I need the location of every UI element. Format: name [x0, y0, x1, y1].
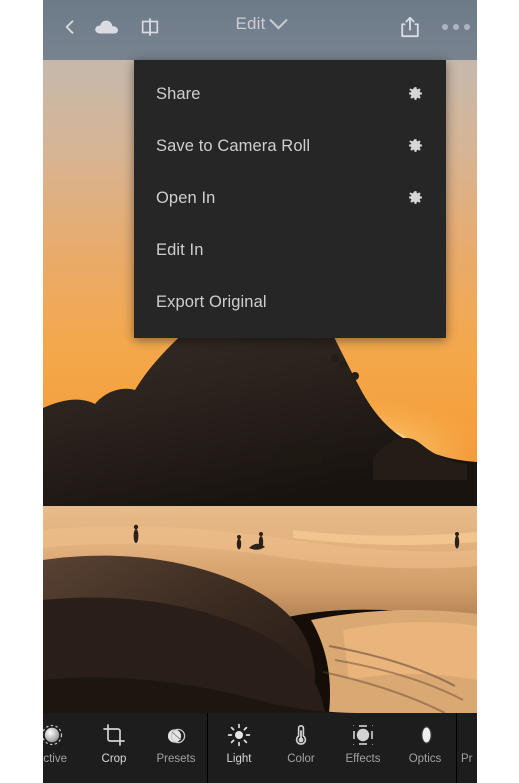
toolbar-item-optics[interactable]: Optics [394, 713, 456, 783]
toolbar-item-label: Effects [345, 753, 381, 765]
toolbar-item-presets[interactable]: Presets [145, 713, 207, 783]
sun-icon [226, 722, 252, 748]
toolbar-item-label: Light [226, 753, 252, 765]
page-title-text: Edit [235, 14, 266, 33]
toolbar-item-profiles[interactable]: Pr [457, 713, 477, 783]
optics-lens-icon [412, 722, 438, 748]
toolbar-item-selective[interactable]: ective [43, 713, 83, 783]
toolbar-item-label: Crop [101, 753, 127, 765]
effects-icon [350, 722, 376, 748]
crop-icon [101, 722, 127, 748]
menu-item-open-in[interactable]: Open In [134, 172, 446, 224]
toolbar-item-label: Color [287, 753, 315, 765]
menu-item-label: Save to Camera Roll [156, 136, 311, 155]
toolbar-group-edit: Light Color Effects Optics [208, 713, 456, 783]
menu-item-edit-in[interactable]: Edit In [134, 224, 446, 276]
toolbar-item-label: Pr [461, 753, 473, 765]
menu-item-label: Share [156, 84, 201, 103]
top-header-bar: Edit [43, 0, 477, 60]
thermometer-icon [288, 722, 314, 748]
toolbar-item-label: ective [43, 753, 68, 765]
selective-mask-icon [43, 722, 65, 748]
more-options-icon[interactable] [439, 12, 473, 42]
edit-dropdown-menu[interactable]: Share Save to Camera Roll Open In Edit I… [134, 60, 446, 338]
presets-icon [163, 722, 189, 748]
gear-icon[interactable] [406, 85, 424, 103]
menu-item-share[interactable]: Share [134, 68, 446, 120]
toolbar-item-color[interactable]: Color [270, 713, 332, 783]
toolbar-item-crop[interactable]: Crop [83, 713, 145, 783]
toolbar-group-tools: ective Crop [43, 713, 207, 783]
toolbar-group-profiles: Pr [457, 713, 477, 783]
page-gutter-left [0, 0, 43, 783]
menu-item-save-to-camera-roll[interactable]: Save to Camera Roll [134, 120, 446, 172]
page-gutter-right [477, 0, 519, 783]
share-export-icon[interactable] [395, 12, 425, 42]
menu-item-label: Edit In [156, 240, 204, 259]
three-dots-glyph [442, 24, 470, 30]
toolbar-item-light[interactable]: Light [208, 713, 270, 783]
gear-icon[interactable] [406, 189, 424, 207]
toolbar-item-label: Presets [156, 753, 196, 765]
menu-item-export-original[interactable]: Export Original [134, 276, 446, 328]
menu-item-label: Export Original [156, 292, 267, 311]
menu-item-label: Open In [156, 188, 216, 207]
chevron-down-icon [268, 10, 288, 29]
bottom-toolbar[interactable]: ective Crop [43, 713, 477, 783]
toolbar-item-effects[interactable]: Effects [332, 713, 394, 783]
app-root: Edit Share Save to Camera Roll Open In E… [0, 0, 519, 783]
gear-icon[interactable] [406, 137, 424, 155]
toolbar-item-label: Optics [408, 753, 442, 765]
phone-screen: Edit Share Save to Camera Roll Open In E… [43, 0, 477, 783]
